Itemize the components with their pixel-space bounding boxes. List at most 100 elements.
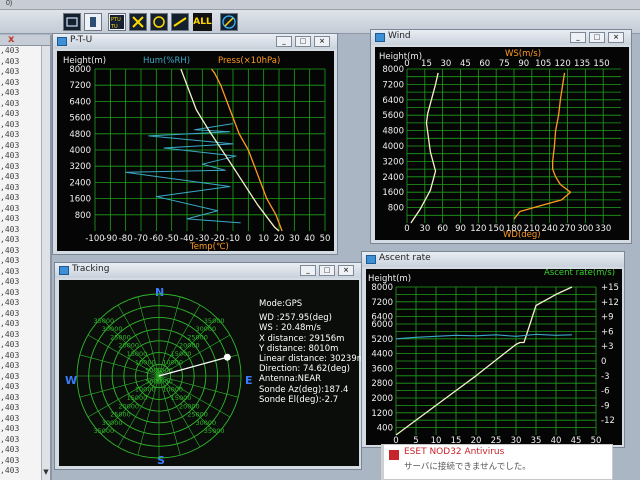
wind-wd-tick: 330 bbox=[595, 224, 611, 234]
ascent-y2-tick: +15 bbox=[601, 283, 619, 293]
ptu-y-tick: 8000 bbox=[69, 65, 91, 75]
tracking-y-distance: Y distance: 8010m bbox=[259, 343, 339, 354]
close-button[interactable]: × bbox=[338, 265, 354, 276]
compass-north: N bbox=[155, 286, 164, 299]
close-icon[interactable]: x bbox=[8, 35, 14, 45]
minimize-button[interactable]: _ bbox=[276, 36, 292, 47]
tracking-title-bar[interactable]: Tracking _ □ × bbox=[55, 263, 361, 278]
tracking-mode: Mode:GPS bbox=[259, 299, 303, 309]
ring-label: 10000 bbox=[162, 386, 183, 394]
ascent-y-tick: 8000 bbox=[371, 283, 393, 293]
minimize-button[interactable]: _ bbox=[300, 265, 316, 276]
wind-ws-tick: 30 bbox=[440, 59, 451, 69]
ascent-y2-tick: +3 bbox=[601, 342, 614, 352]
chart-grid bbox=[94, 68, 326, 231]
close-button[interactable]: × bbox=[314, 36, 330, 47]
wind-y-tick: 4000 bbox=[382, 142, 404, 152]
ptu-title-bar[interactable]: P-T-U _ □ × bbox=[53, 34, 337, 49]
wind-ws-tick: 90 bbox=[518, 59, 529, 69]
ascent-title-bar[interactable]: Ascent rate bbox=[362, 252, 624, 267]
tracking-icon[interactable] bbox=[220, 13, 238, 31]
chart-grid bbox=[406, 68, 621, 223]
ptu-x-tick: -20 bbox=[211, 234, 225, 244]
ptu-x-tick: -50 bbox=[165, 234, 179, 244]
ring-label: 5000 bbox=[145, 377, 162, 385]
ascent-y2-tick: -9 bbox=[601, 401, 609, 411]
ptu-y-tick: 2400 bbox=[69, 178, 91, 188]
ring-label: 20000 bbox=[179, 402, 200, 410]
ascent-y-tick: 3600 bbox=[371, 364, 393, 374]
ptu-x-tick: 50 bbox=[320, 234, 331, 244]
ring-label: 35000 bbox=[204, 427, 225, 435]
tracking-sonde-el: Sonde El(deg):-2.7 bbox=[259, 394, 339, 405]
ring-label: 20000 bbox=[179, 342, 200, 350]
ascent-y-tick: 2800 bbox=[371, 379, 393, 389]
antivirus-notification[interactable]: ESET NOD32 Antivirus サーバに接続できませんでした。 bbox=[381, 444, 613, 480]
ptu-x-tick: 20 bbox=[274, 234, 285, 244]
wind-y-tick: 6400 bbox=[382, 96, 404, 106]
ptu-x-tick: 30 bbox=[289, 234, 300, 244]
ptu-hum-label: Hum(%RH) bbox=[143, 56, 190, 66]
maximize-button[interactable]: □ bbox=[295, 36, 311, 47]
ptu-press-label: Press(×10hPa) bbox=[218, 56, 280, 66]
ascent-y2-tick: 0 bbox=[601, 357, 606, 367]
ascent-window: Ascent rate Height(m) Ascent rate(m/s) 4… bbox=[361, 251, 625, 448]
ring-label: 20000 bbox=[118, 342, 139, 350]
window-icon bbox=[59, 266, 69, 275]
ptu-x-tick: -10 bbox=[226, 234, 240, 244]
maximize-button[interactable]: □ bbox=[319, 265, 335, 276]
ring-label: 30000 bbox=[196, 325, 217, 333]
all-button[interactable]: ALL bbox=[193, 13, 212, 31]
document-icon[interactable] bbox=[84, 13, 102, 31]
ptu-y-tick: 7200 bbox=[69, 81, 91, 91]
ptu-x-tick: -70 bbox=[134, 234, 148, 244]
wind-title-bar[interactable]: Wind _ □ × bbox=[371, 30, 631, 45]
ascent-plot: Height(m) Ascent rate(m/s) 400 1200 2000 28… bbox=[366, 269, 622, 445]
tracking-title: Tracking bbox=[72, 264, 110, 274]
tracking-direction: Direction: 74.62(deg) bbox=[259, 364, 350, 375]
wind-y-tick: 800 bbox=[388, 204, 404, 214]
ptu-y-tick: 800 bbox=[75, 211, 91, 221]
sonde-position-marker bbox=[223, 353, 231, 361]
ptu-x-tick: -80 bbox=[119, 234, 133, 244]
wind-title: Wind bbox=[388, 31, 411, 41]
view-icon[interactable] bbox=[63, 13, 81, 31]
data-column: x ,403,403,403,403,403,403,403,403,403,4… bbox=[0, 35, 52, 480]
wind-ylabel: Height(m) bbox=[379, 52, 422, 62]
ascent-y2-tick: +9 bbox=[601, 313, 614, 323]
tracking-antenna: Antenna:NEAR bbox=[259, 374, 322, 385]
wind-plot: Height(m) WS(m/s) WD(deg) 800 1600 2400 320… bbox=[375, 47, 629, 240]
wind-wd-tick: 180 bbox=[506, 224, 522, 234]
minimize-button[interactable]: _ bbox=[570, 32, 586, 43]
close-button[interactable]: × bbox=[608, 32, 624, 43]
ascent-y2-tick: +6 bbox=[601, 327, 614, 337]
ring-label: 25000 bbox=[187, 411, 208, 419]
svg-text:TU: TU bbox=[110, 24, 118, 30]
wind-y-tick: 2400 bbox=[382, 173, 404, 183]
ring-label: 20000 bbox=[118, 402, 139, 410]
antivirus-icon bbox=[389, 450, 399, 460]
ring-label: 10000 bbox=[162, 358, 183, 366]
wind-wd-tick: 240 bbox=[542, 224, 558, 234]
tracking-sonde-az: Sonde Az(deg):187.4 bbox=[259, 384, 349, 395]
ascent-y-tick: 400 bbox=[377, 424, 393, 434]
ptu-icon[interactable]: PTU TU bbox=[108, 13, 126, 31]
ascent-icon[interactable] bbox=[171, 13, 189, 31]
wind-wd-tick: 120 bbox=[470, 224, 486, 234]
ascent-y2-tick: +12 bbox=[601, 298, 619, 308]
wind-wd-tick: 0 bbox=[404, 224, 409, 234]
ptu-x-tick: 40 bbox=[304, 234, 315, 244]
svg-text:PTU: PTU bbox=[111, 17, 121, 23]
wind-ws-tick: 75 bbox=[499, 59, 510, 69]
wind-ws-tick: 135 bbox=[574, 59, 590, 69]
maximize-button[interactable]: □ bbox=[589, 32, 605, 43]
scroll-down-icon[interactable]: ▼ bbox=[42, 468, 50, 480]
ring-label: 15000 bbox=[127, 394, 148, 402]
ptu-plot: Height(m) Hum(%RH) Press(×10hPa) Temp(℃)… bbox=[57, 51, 334, 251]
wind-icon[interactable] bbox=[150, 13, 168, 31]
scrollbar[interactable]: ▼ bbox=[41, 46, 50, 480]
ascent-y-tick: 2000 bbox=[371, 394, 393, 404]
ascent-y2-tick: -12 bbox=[601, 416, 615, 426]
ascent-y-tick: 1200 bbox=[371, 409, 393, 419]
grid-icon[interactable] bbox=[129, 13, 147, 31]
